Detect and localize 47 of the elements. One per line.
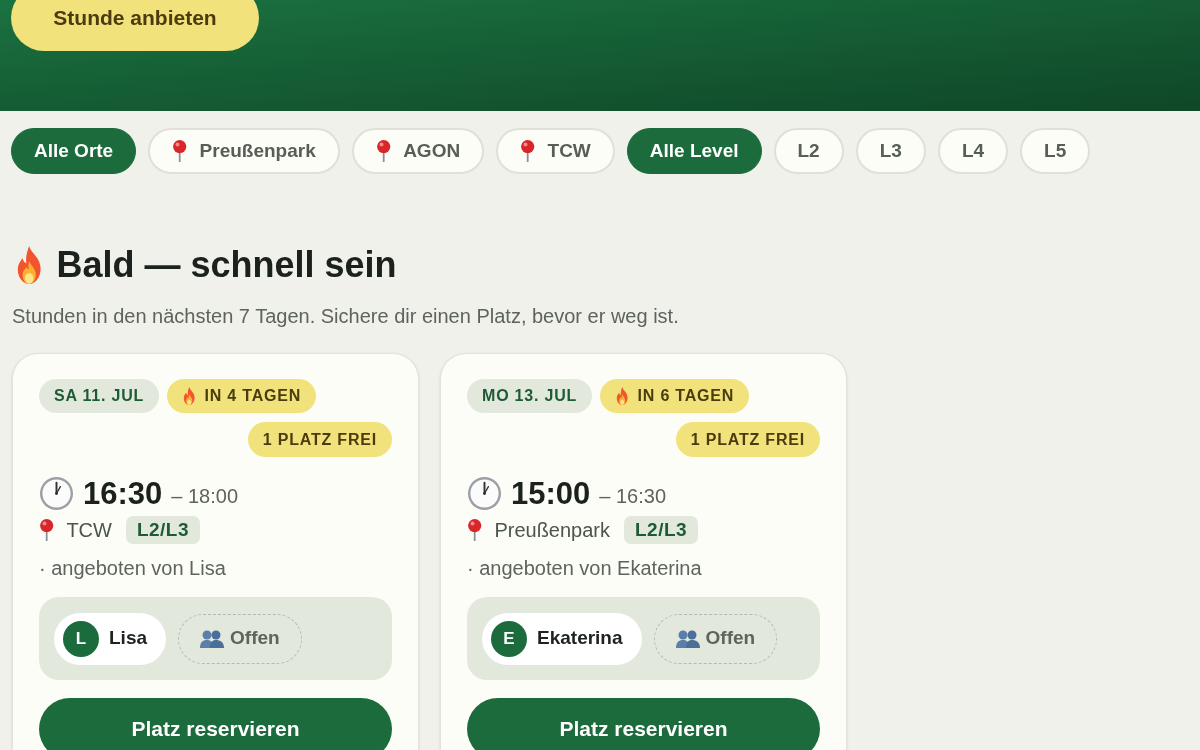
- filter-chip[interactable]: L5: [1020, 128, 1091, 174]
- location-text: TCW: [66, 518, 112, 543]
- date-badge: SA 11. JUL: [39, 379, 160, 413]
- filter-chip[interactable]: Alle Level: [626, 128, 762, 174]
- filter-chip[interactable]: L4: [937, 128, 1009, 174]
- open-slot-label: Offen: [705, 626, 756, 651]
- filter-chip[interactable]: L2: [773, 128, 844, 174]
- avatar: E: [491, 620, 527, 657]
- end-time: – 16:30: [599, 486, 667, 506]
- offered-by-text: · angeboten von Lisa: [39, 556, 227, 581]
- filter-chip[interactable]: L3: [855, 128, 926, 174]
- start-time: 16:30: [83, 478, 163, 509]
- reserve-button[interactable]: Platz reservieren: [467, 698, 820, 750]
- filter-chip[interactable]: AGON: [351, 128, 485, 174]
- fire-icon: [615, 387, 630, 405]
- start-time: 15:00: [511, 478, 591, 509]
- level-badge: L2/L3: [125, 516, 200, 544]
- section-subtitle: Stunden in den nächsten 7 Tagen. Sichere dir einen Platz, bevor er weg ist.: [11, 304, 680, 329]
- level-badge: L2/L3: [624, 516, 698, 544]
- reserve-button[interactable]: Platz reservieren: [39, 698, 392, 750]
- participant-name: Ekaterina: [537, 626, 623, 651]
- spots-badge: 1 PLATZ FREI: [675, 422, 820, 457]
- offered-by-text: · angeboten von Ekaterina: [467, 556, 703, 581]
- fire-icon: [182, 387, 197, 405]
- pin-icon: [39, 519, 55, 541]
- offer-lesson-button[interactable]: Stunde anbieten: [11, 0, 259, 51]
- location-text: Preußenpark: [494, 518, 610, 543]
- countdown-text: IN 4 TAGEN: [204, 386, 302, 406]
- date-badge: MO 13. JUL: [467, 379, 593, 413]
- clock-icon: [467, 476, 502, 511]
- spots-badge: 1 PLATZ FREI: [247, 422, 392, 457]
- end-time: – 18:00: [171, 486, 239, 506]
- people-icon: [200, 628, 225, 649]
- open-slot-label: Offen: [230, 626, 280, 651]
- avatar: L: [63, 620, 99, 657]
- people-icon: [675, 628, 700, 649]
- section-title: Bald — schnell sein: [56, 247, 397, 283]
- participant-name: Lisa: [109, 626, 148, 651]
- pin-icon: [172, 140, 188, 162]
- pin-icon: [467, 519, 483, 541]
- filter-chip[interactable]: Preußenpark: [148, 128, 340, 174]
- filter-chip[interactable]: Alle Orte: [11, 128, 137, 174]
- pin-icon: [520, 140, 536, 162]
- filter-chip[interactable]: TCW: [496, 128, 615, 174]
- clock-icon: [39, 476, 74, 511]
- pin-icon: [375, 140, 392, 162]
- countdown-text: IN 6 TAGEN: [637, 386, 735, 406]
